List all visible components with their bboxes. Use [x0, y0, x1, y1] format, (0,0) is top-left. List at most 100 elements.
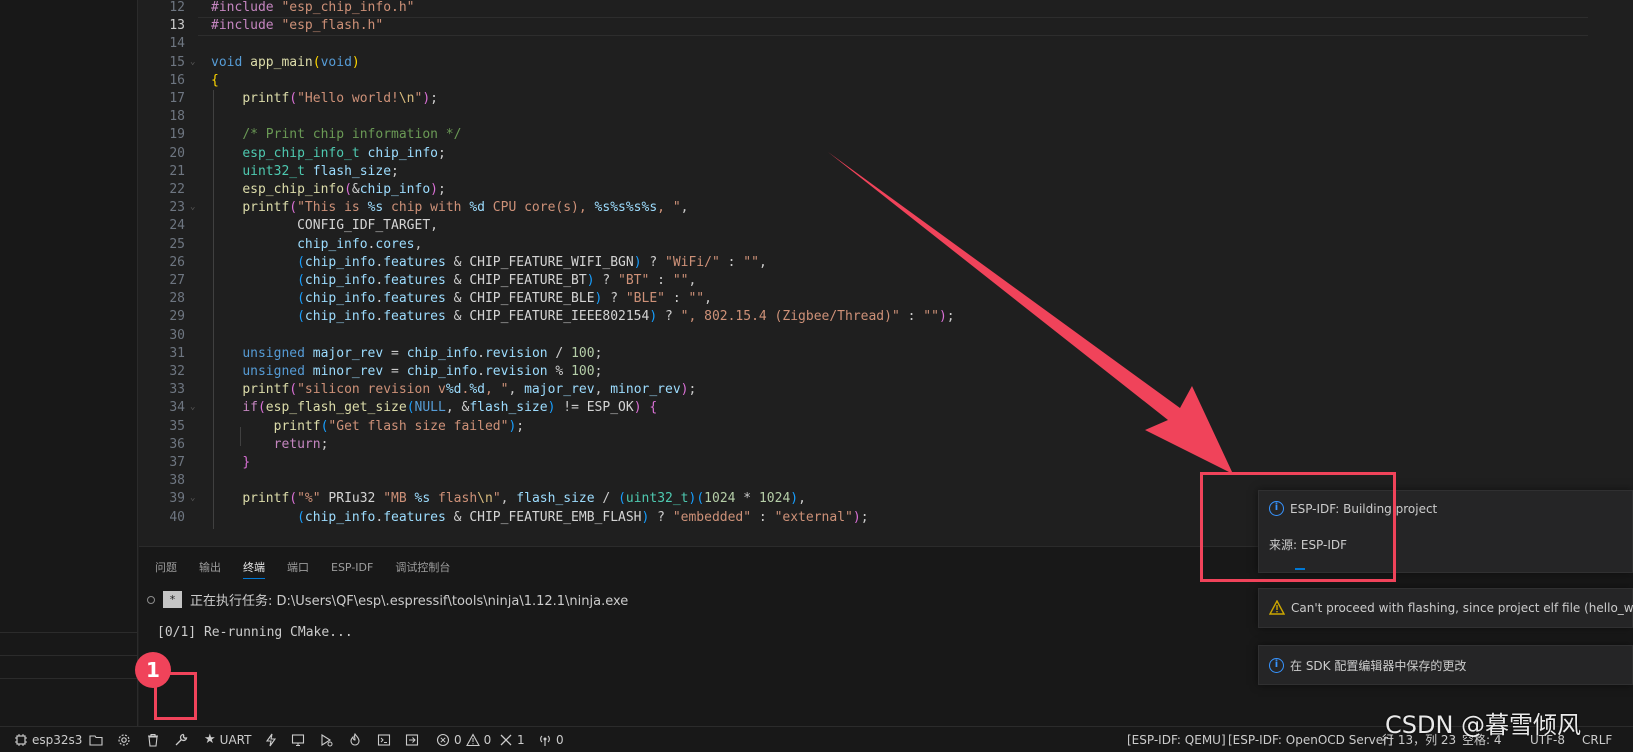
code-line[interactable]: 28 (chip_info.features & CHIP_FEATURE_BL…	[139, 289, 1579, 308]
fold-chevron-icon[interactable]: ⌄	[190, 489, 195, 508]
code-text: void app_main(void)	[211, 54, 360, 70]
code-text: (chip_info.features & CHIP_FEATURE_BLE) …	[297, 291, 712, 307]
line-number: 18	[169, 109, 185, 125]
terminal-panel: 问题 输出 终端 端口 ESP-IDF 调试控制台 * 正在执行任务: D:\Users\…	[139, 546, 1633, 726]
code-line[interactable]: 37 }	[139, 453, 1579, 472]
openocd-button[interactable]: [ESP-IDF: OpenOCD Server]	[1228, 727, 1393, 752]
code-text: return;	[273, 436, 329, 452]
code-line[interactable]: 24 CONFIG_IDF_TARGET,	[139, 216, 1579, 235]
panel-tab[interactable]: ESP-IDF	[331, 557, 373, 579]
code-line[interactable]: 29 (chip_info.features & CHIP_FEATURE_IE…	[139, 307, 1579, 326]
explorer-button[interactable]	[89, 727, 103, 752]
broadcast-icon	[540, 735, 550, 746]
panel-tab[interactable]: 输出	[199, 557, 221, 579]
monitor-button[interactable]	[291, 727, 305, 752]
wrench-icon	[175, 733, 188, 746]
trash-icon	[148, 733, 158, 747]
annotation-badge: 1	[135, 652, 171, 688]
code-line[interactable]: 22 esp_chip_info(&chip_info);	[139, 180, 1579, 199]
settings-button[interactable]	[117, 727, 131, 752]
warning-notification[interactable]: Can't proceed with flashing, since proje…	[1258, 588, 1633, 628]
flash-button[interactable]	[264, 727, 278, 752]
full-clean-button[interactable]	[146, 727, 160, 752]
terminal-button[interactable]	[377, 727, 391, 752]
code-line[interactable]: 34 ⌄ if(esp_flash_get_size(NULL, &flash_s…	[139, 398, 1579, 417]
line-number: 12	[169, 0, 185, 15]
run-task-button[interactable]	[405, 727, 419, 752]
problems-indicator[interactable]: 0 0	[436, 727, 491, 752]
sdk-notification[interactable]: i 在 SDK 配置编辑器中保存的更改	[1258, 645, 1633, 685]
build-button[interactable]	[174, 727, 188, 752]
line-number: 14	[169, 36, 185, 52]
tools-icon	[500, 734, 512, 746]
terminal-output: [0/1] Re-running CMake...	[157, 625, 353, 640]
code-line[interactable]: 14	[139, 34, 1579, 53]
line-number: 15	[169, 54, 185, 70]
code-line[interactable]: 32 unsigned minor_rev = chip_info.revisi…	[139, 362, 1579, 381]
panel-tab[interactable]: 问题	[155, 557, 177, 579]
debug-button[interactable]	[319, 727, 333, 752]
line-number: 30	[169, 327, 185, 343]
build-flash-monitor-button[interactable]	[348, 727, 362, 752]
code-line[interactable]: 21 uint32_t flash_size;	[139, 162, 1579, 181]
code-text: (chip_info.features & CHIP_FEATURE_BT) ?…	[297, 273, 697, 288]
code-line[interactable]: 23 ⌄ printf("This is %s chip with %d CPU …	[139, 198, 1579, 217]
warning-icon	[1269, 600, 1285, 615]
flash-method-button[interactable]: ★ UART	[204, 727, 251, 752]
code-line[interactable]: 15 ⌄ void app_main(void)	[139, 53, 1579, 72]
code-line[interactable]: 26 (chip_info.features & CHIP_FEATURE_WI…	[139, 253, 1579, 272]
line-number: 38	[169, 473, 185, 489]
code-text: (chip_info.features & CHIP_FEATURE_EMB_F…	[297, 509, 869, 525]
code-text: {	[211, 72, 219, 88]
sidebar-divider	[0, 678, 137, 679]
fold-chevron-icon[interactable]: ⌄	[190, 398, 195, 417]
code-text: esp_chip_info(&chip_info);	[242, 182, 446, 197]
warning-text: Can't proceed with flashing, since proje…	[1291, 600, 1633, 615]
fold-chevron-icon[interactable]: ⌄	[190, 198, 195, 217]
code-text: #include "esp_chip_info.h"	[211, 0, 415, 15]
panel-tab[interactable]: 终端	[243, 557, 265, 579]
warning-icon	[465, 733, 480, 747]
qemu-button[interactable]: [ESP-IDF: QEMU]	[1127, 727, 1226, 752]
code-editor[interactable]: 12 #include "esp_chip_info.h" 13 #include "…	[139, 0, 1633, 546]
panel-tab[interactable]: 端口	[287, 557, 309, 579]
monitor-icon	[291, 734, 305, 746]
code-line[interactable]: 16 {	[139, 71, 1579, 90]
task-text: 正在执行任务: D:\Users\QF\esp\.espressif\tools…	[190, 594, 629, 609]
end-of-line[interactable]: CRLF	[1582, 727, 1612, 752]
line-number: 27	[169, 273, 185, 288]
uart-label: UART	[219, 733, 252, 747]
code-line[interactable]: 13 #include "esp_flash.h"	[139, 16, 1579, 35]
ports-indicator[interactable]: 0	[538, 727, 564, 752]
code-line[interactable]: 33 printf("silicon revision v%d.%d, ", m…	[139, 380, 1579, 399]
sidebar-divider	[0, 632, 137, 633]
warning-count: 0	[483, 733, 492, 747]
line-number: 36	[169, 436, 185, 452]
code-text: unsigned minor_rev = chip_info.revision …	[242, 364, 603, 379]
sidebar-divider	[0, 655, 137, 656]
fold-chevron-icon[interactable]: ⌄	[190, 53, 195, 72]
code-line[interactable]: 35 printf("Get flash size failed");	[139, 417, 1579, 436]
gear-icon	[118, 734, 130, 746]
code-line[interactable]: 25 chip_info.cores,	[139, 235, 1579, 254]
line-number: 40	[169, 509, 185, 525]
code-line[interactable]: 31 unsigned major_rev = chip_info.revisi…	[139, 344, 1579, 363]
code-line[interactable]: 36 return;	[139, 435, 1579, 454]
code-text: (chip_info.features & CHIP_FEATURE_IEEE8…	[297, 309, 955, 325]
line-number: 17	[169, 91, 185, 106]
line-number: 35	[169, 418, 185, 434]
code-line[interactable]: 12 #include "esp_chip_info.h"	[139, 0, 1579, 17]
line-number: 24	[169, 218, 185, 234]
tools-indicator[interactable]: 1	[499, 727, 525, 752]
terminal-task-line: * 正在执行任务: D:\Users\QF\esp\.espressif\too…	[147, 590, 628, 609]
terminal-icon	[377, 734, 391, 746]
code-line[interactable]: 18	[139, 107, 1579, 126]
target-selector[interactable]: esp32s3	[14, 727, 82, 752]
panel-tab[interactable]: 调试控制台	[395, 557, 450, 579]
code-line[interactable]: 30	[139, 326, 1579, 345]
code-line[interactable]: 19 /* Print chip information */	[139, 125, 1579, 144]
code-line[interactable]: 17 printf("Hello world!\n");	[139, 89, 1579, 108]
line-number: 25	[169, 236, 185, 252]
code-line[interactable]: 27 (chip_info.features & CHIP_FEATURE_BT…	[139, 271, 1579, 290]
code-line[interactable]: 20 esp_chip_info_t chip_info;	[139, 144, 1579, 163]
